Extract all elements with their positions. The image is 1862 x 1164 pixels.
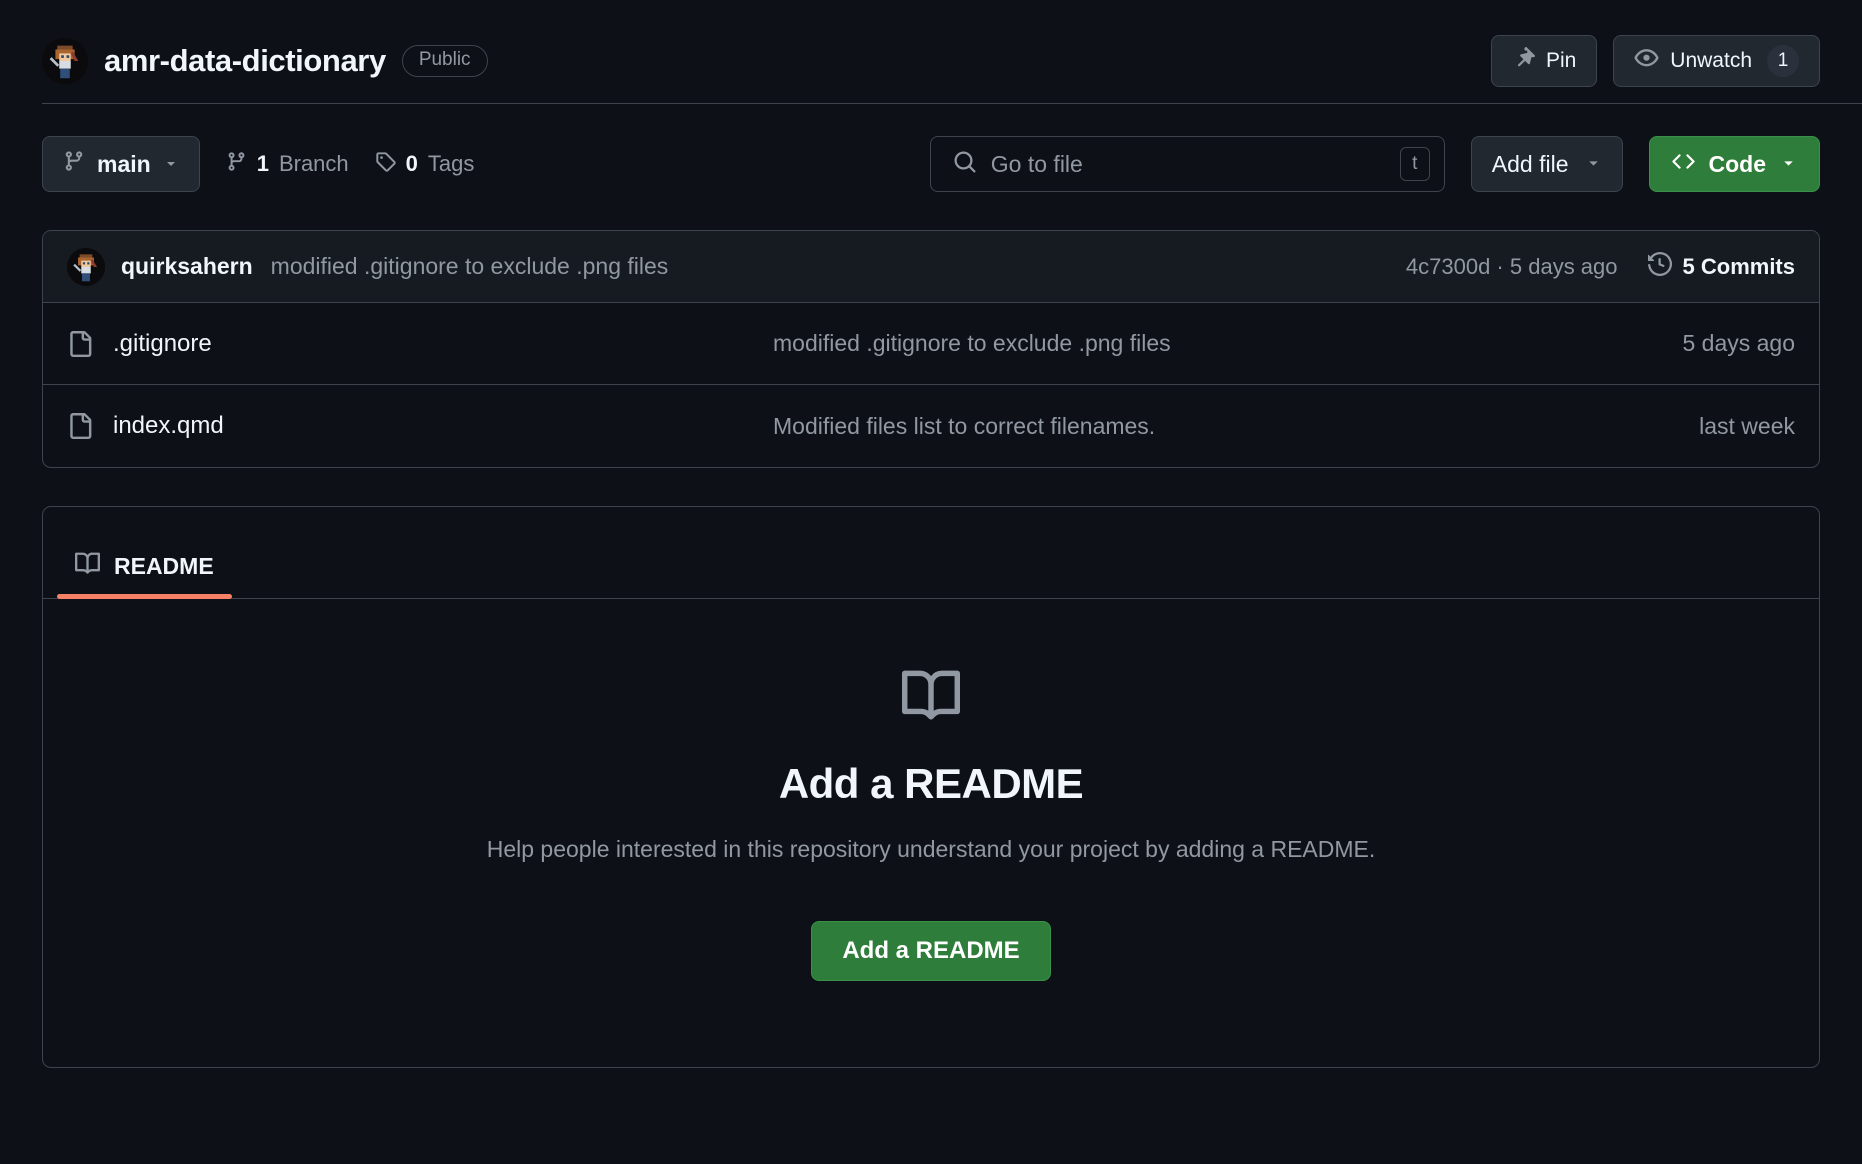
code-button[interactable]: Code [1648, 136, 1820, 192]
chevron-down-icon [163, 151, 179, 178]
branch-name-label: main [97, 150, 151, 177]
chevron-down-icon [1585, 151, 1602, 178]
file-icon [67, 330, 93, 357]
eye-icon [1634, 46, 1659, 77]
unwatch-button-label: Unwatch [1670, 49, 1752, 72]
add-file-button-label: Add file [1491, 150, 1569, 177]
tab-readme[interactable]: README [57, 551, 232, 599]
readme-empty-state: Add a README Help people interested in t… [43, 599, 1819, 981]
file-commit-message[interactable]: modified .gitignore to exclude .png file… [773, 330, 1682, 357]
commits-count-link[interactable]: 5 Commits [1647, 251, 1795, 282]
readme-container: README Add a README Help people interest… [42, 506, 1820, 1068]
repo-title-group: amr-data-dictionary Public [42, 38, 1491, 84]
page-title[interactable]: amr-data-dictionary [104, 43, 386, 79]
code-brackets-icon [1671, 150, 1695, 179]
file-icon [67, 413, 93, 439]
file-name-link[interactable]: .gitignore [113, 330, 773, 358]
latest-commit-row: quirksahern modified .gitignore to exclu… [43, 231, 1819, 303]
pin-button[interactable]: Pin [1490, 35, 1598, 87]
repo-header: amr-data-dictionary Public Pin Unwatch 1 [0, 0, 1862, 100]
commits-count-label: 5 Commits [1682, 253, 1795, 279]
file-commit-time: 5 days ago [1682, 330, 1795, 356]
repository-page: amr-data-dictionary Public Pin Unwatch 1… [0, 0, 1862, 1164]
commit-meta: 4c7300d · 5 days ago 5 Commits [1406, 251, 1795, 282]
table-row[interactable]: .gitignore modified .gitignore to exclud… [43, 303, 1819, 385]
branches-label: Branch [278, 151, 349, 176]
commit-author-name[interactable]: quirksahern [121, 253, 253, 280]
code-button-label: Code [1708, 150, 1767, 177]
pin-button-label: Pin [1545, 49, 1577, 72]
commit-message[interactable]: modified .gitignore to exclude .png file… [271, 253, 669, 280]
chevron-down-icon [1780, 151, 1797, 178]
readme-empty-title: Add a README [778, 760, 1084, 807]
branches-count-link[interactable]: 1 Branch [226, 151, 349, 178]
header-divider [42, 103, 1862, 104]
repo-toolbar: main 1 Branch 0 Tags Go to file t Add fi… [0, 136, 1862, 192]
git-branch-icon [63, 150, 85, 178]
tags-count: 0 [405, 151, 418, 176]
add-readme-button[interactable]: Add a README [811, 921, 1051, 981]
search-shortcut-key: t [1399, 147, 1430, 181]
visibility-badge: Public [401, 44, 488, 78]
readme-tab-bar: README [43, 507, 1819, 599]
search-input[interactable] [990, 150, 1386, 178]
unwatch-button[interactable]: Unwatch 1 [1613, 35, 1820, 87]
author-avatar[interactable] [67, 247, 105, 286]
watch-count-badge: 1 [1767, 45, 1799, 77]
search-icon [953, 150, 977, 179]
file-commit-time: last week [1699, 412, 1795, 439]
table-row[interactable]: index.qmd Modified files list to correct… [43, 385, 1819, 467]
tag-icon [375, 151, 396, 178]
history-clock-icon [1647, 251, 1672, 282]
pin-icon [1512, 46, 1535, 76]
book-icon-large [902, 667, 961, 730]
readme-empty-description: Help people interested in this repositor… [486, 836, 1376, 862]
file-commit-message[interactable]: Modified files list to correct filenames… [773, 413, 1699, 440]
tags-count-link[interactable]: 0 Tags [375, 151, 475, 178]
tags-label: Tags [427, 151, 475, 176]
branch-selector[interactable]: main [42, 136, 200, 192]
book-icon [75, 551, 101, 582]
header-actions: Pin Unwatch 1 [1490, 35, 1820, 87]
add-file-button[interactable]: Add file [1470, 136, 1623, 192]
branches-count: 1 [256, 151, 269, 176]
commit-hash-and-time[interactable]: 4c7300d · 5 days ago [1406, 254, 1618, 280]
file-list-container: quirksahern modified .gitignore to exclu… [42, 230, 1820, 468]
tab-readme-label: README [114, 553, 214, 579]
owner-avatar[interactable] [42, 38, 88, 84]
file-name-link[interactable]: index.qmd [113, 412, 773, 440]
git-branch-icon [226, 151, 247, 178]
go-to-file-search[interactable]: t [929, 136, 1445, 192]
